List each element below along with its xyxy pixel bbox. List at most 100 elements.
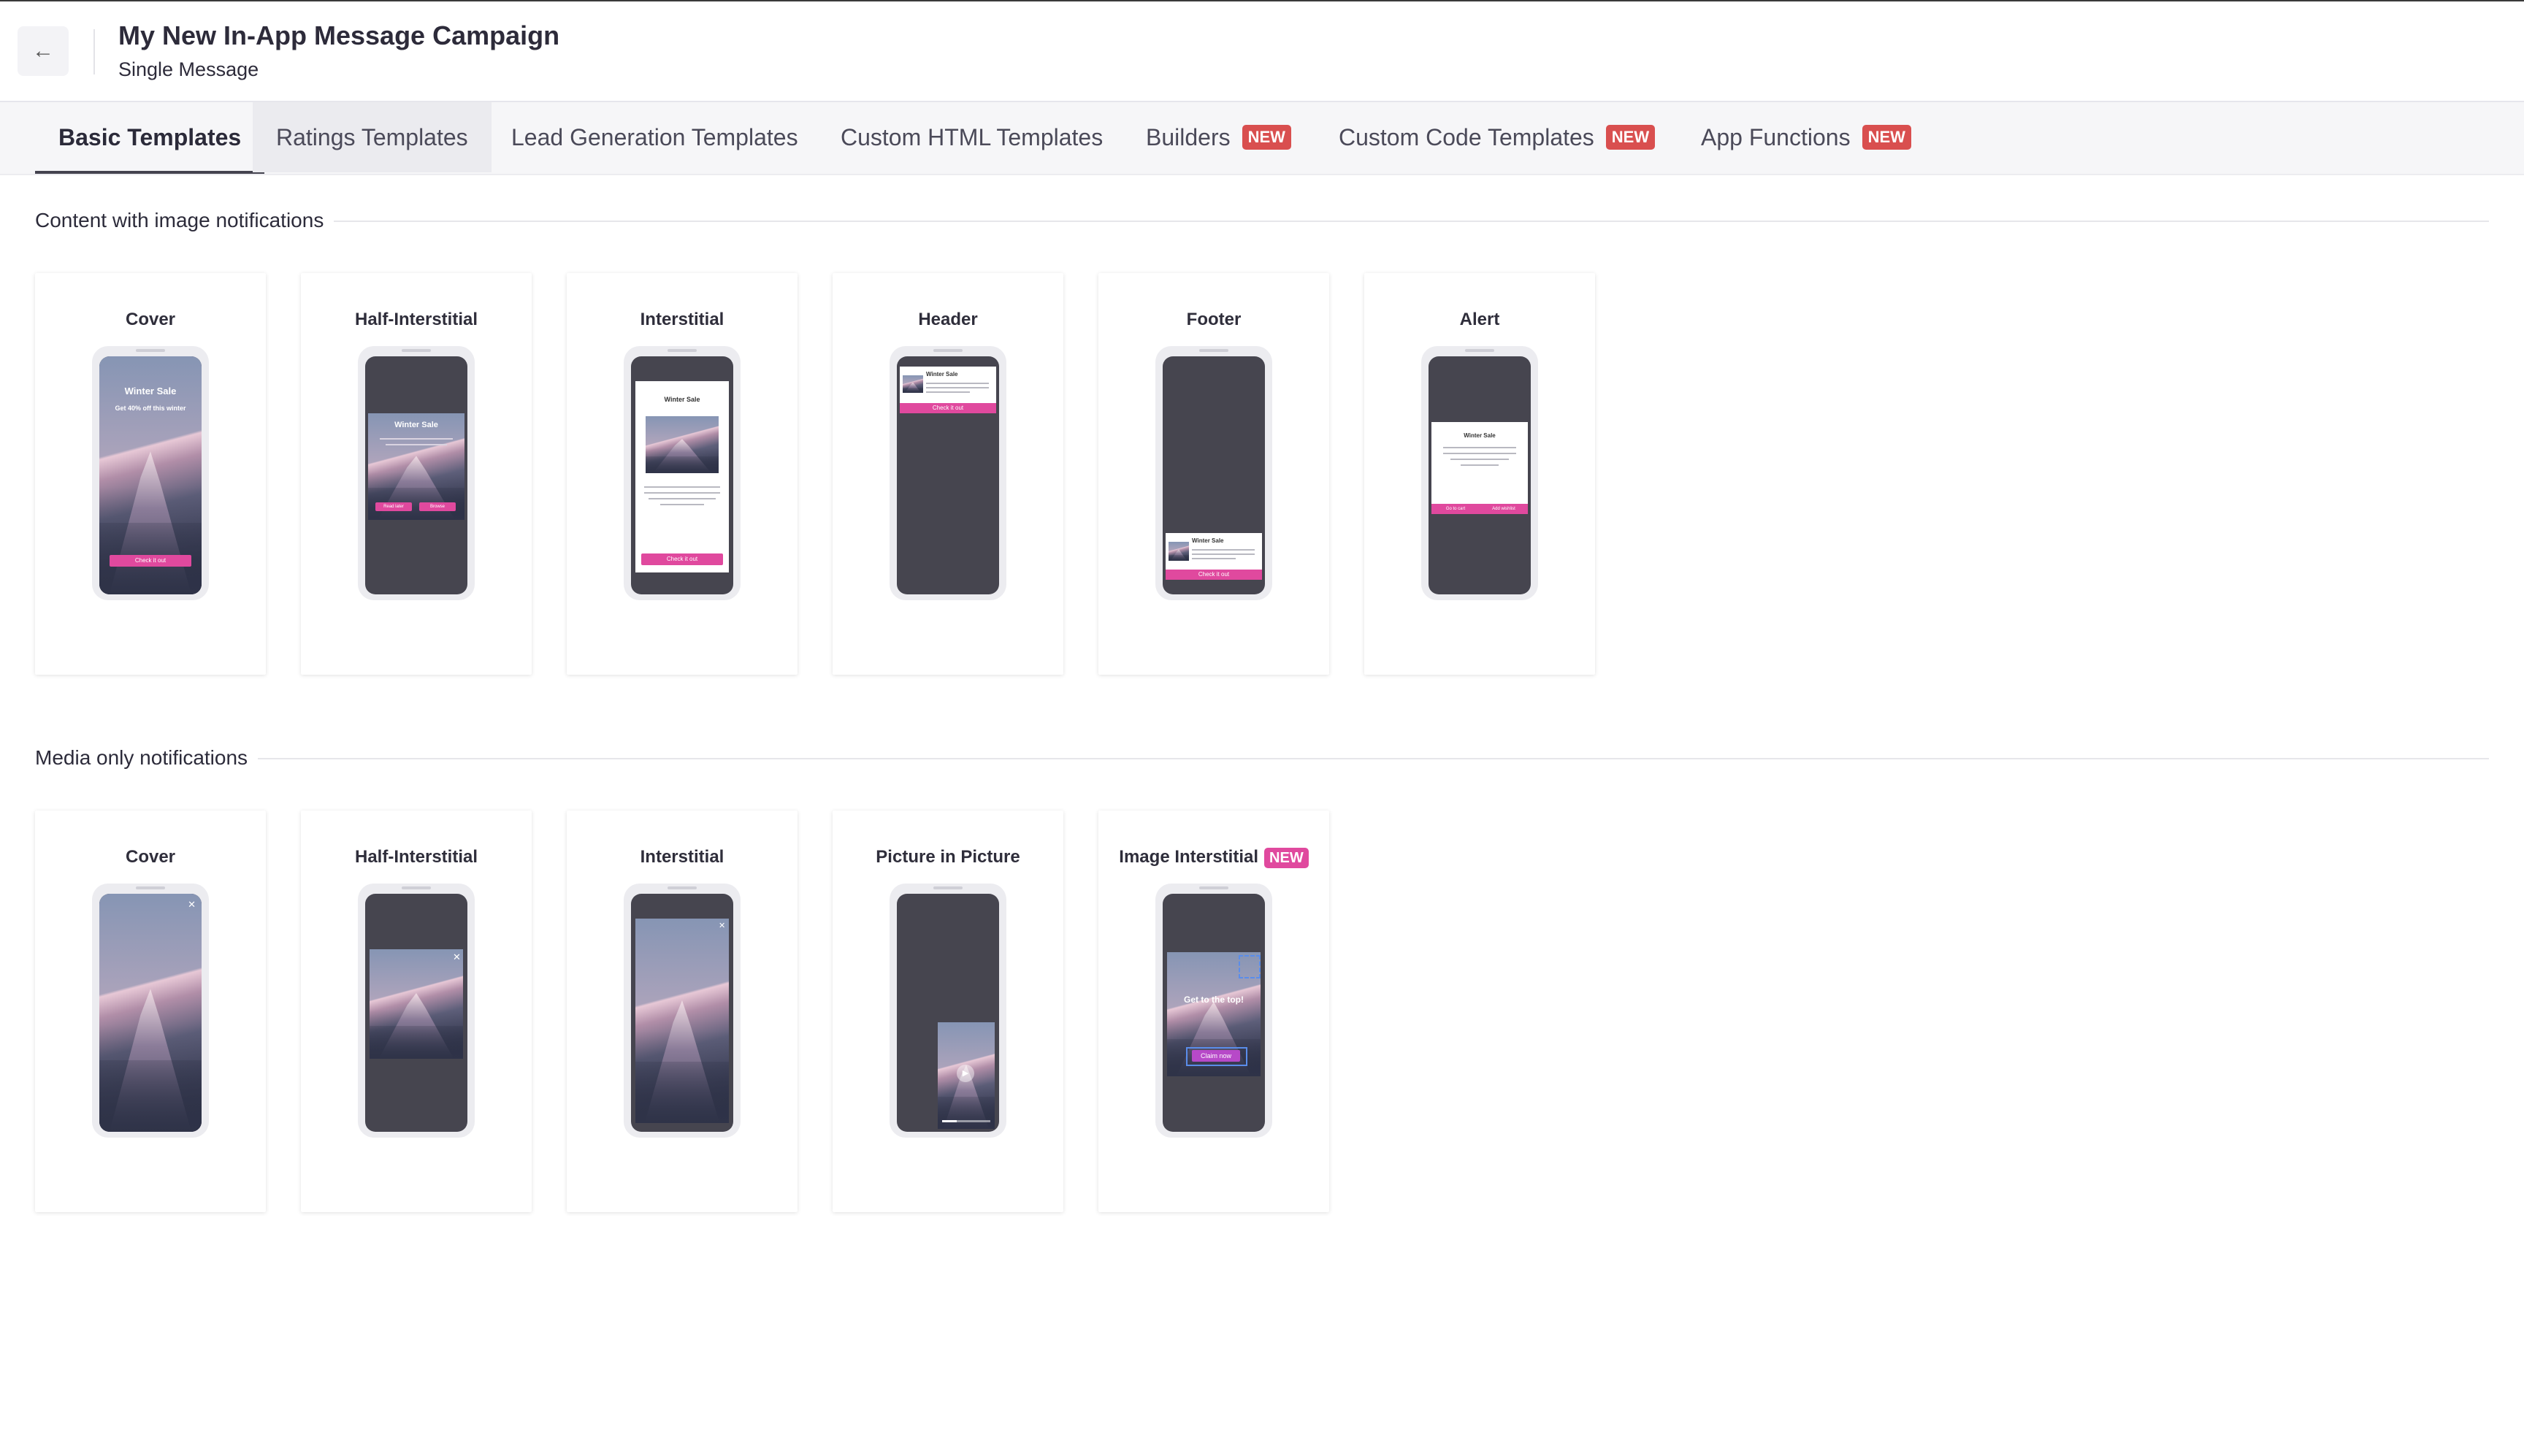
preview-heading: Winter Sale xyxy=(394,421,438,429)
phone-preview: Winter Sale Check it out xyxy=(1155,346,1272,600)
section-title-content-image: Content with image notifications xyxy=(35,209,334,232)
mountain-image xyxy=(370,949,463,1059)
preview-heading: Winter Sale xyxy=(664,396,700,403)
template-card-half-interstitial[interactable]: Half-Interstitial Winter Sale Read later… xyxy=(301,273,532,675)
selection-handle-box xyxy=(1239,955,1261,978)
phone-screen: Winter Sale Read later Browse xyxy=(365,356,467,594)
mountain-image xyxy=(99,894,202,1132)
template-card-picture-in-picture[interactable]: Picture in Picture ▶ xyxy=(833,811,1063,1212)
phone-screen: ▶ xyxy=(897,894,999,1132)
preview-heading: Winter Sale xyxy=(1464,432,1496,439)
message-panel xyxy=(635,381,729,572)
phone-preview: ✕ xyxy=(358,884,475,1138)
phone-screen: Winter Sale Check it out xyxy=(897,356,999,594)
phone-screen: Winter Sale Go to cart Add wishlist xyxy=(1429,356,1531,594)
text-line xyxy=(644,486,720,488)
phone-preview: Winter Sale Check it out xyxy=(624,346,741,600)
card-label-text: Image Interstitial xyxy=(1119,847,1259,867)
preview-cta-button: Check it out xyxy=(110,555,191,567)
tab-label: Custom HTML Templates xyxy=(841,123,1104,150)
play-icon: ▶ xyxy=(957,1065,974,1082)
page-header: ← My New In-App Message Campaign Single … xyxy=(0,1,2524,102)
preview-heading: Winter Sale xyxy=(1192,537,1224,544)
tab-label: Custom Code Templates xyxy=(1339,123,1594,150)
card-label: Interstitial xyxy=(640,310,724,329)
tab-basic-templates[interactable]: Basic Templates xyxy=(35,102,265,174)
template-card-footer[interactable]: Footer Winter Sale Check it out xyxy=(1098,273,1329,675)
phone-preview: Get to the top! Claim now xyxy=(1155,884,1272,1138)
new-badge: NEW xyxy=(1242,125,1291,150)
close-icon: ✕ xyxy=(188,899,196,910)
card-label: Interstitial xyxy=(640,847,724,867)
new-badge: NEW xyxy=(1605,125,1656,150)
new-badge: NEW xyxy=(1862,125,1911,150)
new-badge: NEW xyxy=(1264,848,1309,868)
preview-button: Browse xyxy=(419,502,456,511)
preview-cta-button: Claim now xyxy=(1192,1050,1240,1062)
arrow-left-icon: ← xyxy=(32,39,54,63)
text-line xyxy=(926,391,970,393)
template-card-alert[interactable]: Alert Winter Sale Go to cart Add wishlis… xyxy=(1364,273,1595,675)
section-divider xyxy=(35,221,2489,222)
template-card-image-interstitial[interactable]: Image Interstitial NEW Get to the top! Cl… xyxy=(1098,811,1329,1212)
mountain-image xyxy=(635,919,729,1123)
phone-screen: Winter Sale Get 40% off this winter Chec… xyxy=(99,356,202,594)
text-line xyxy=(1461,464,1499,466)
card-label: Cover xyxy=(125,847,176,867)
template-card-interstitial[interactable]: Interstitial Winter Sale Check it out xyxy=(567,273,798,675)
text-line xyxy=(926,387,989,388)
phone-preview: ✕ xyxy=(624,884,741,1138)
preview-button: Read later xyxy=(375,502,412,511)
text-line xyxy=(1192,549,1255,551)
close-icon: ✕ xyxy=(453,951,461,962)
phone-preview: Winter Sale Go to cart Add wishlist xyxy=(1421,346,1538,600)
card-label: Half-Interstitial xyxy=(354,310,478,329)
tab-label: Ratings Templates xyxy=(276,123,468,150)
close-icon: ✕ xyxy=(719,922,726,930)
preview-button: Go to cart xyxy=(1431,504,1480,514)
preview-cta-button: Check it out xyxy=(1166,570,1262,580)
card-label: Header xyxy=(918,310,978,329)
preview-heading: Get to the top! xyxy=(1184,995,1244,1005)
tab-label: Lead Generation Templates xyxy=(511,123,798,150)
card-label: Footer xyxy=(1186,310,1242,329)
phone-screen: Winter Sale Check it out xyxy=(1163,356,1265,594)
phone-preview: ✕ xyxy=(92,884,209,1138)
page-subtitle: Single Message xyxy=(118,58,259,80)
card-label: Half-Interstitial xyxy=(354,847,478,867)
card-label: Image Interstitial NEW xyxy=(1098,847,1329,868)
phone-preview: Winter Sale Get 40% off this winter Chec… xyxy=(92,346,209,600)
template-card-media-interstitial[interactable]: Interstitial ✕ xyxy=(567,811,798,1212)
template-tabs: Basic Templates Ratings Templates Lead G… xyxy=(0,102,2524,175)
preview-heading: Winter Sale xyxy=(124,386,177,396)
template-card-cover[interactable]: Cover Winter Sale Get 40% off this winte… xyxy=(35,273,266,675)
preview-cta-button: Check it out xyxy=(900,403,996,413)
template-card-media-half-interstitial[interactable]: Half-Interstitial ✕ xyxy=(301,811,532,1212)
tab-custom-code-templates[interactable]: Custom Code Templates NEW xyxy=(1339,102,1656,172)
video-progress xyxy=(942,1120,990,1122)
mountain-thumbnail xyxy=(1169,542,1189,561)
text-line xyxy=(1192,558,1236,559)
phone-screen: ✕ xyxy=(365,894,467,1132)
header-divider xyxy=(93,29,95,74)
phone-preview: Winter Sale Check it out xyxy=(890,346,1006,600)
tab-app-functions[interactable]: App Functions NEW xyxy=(1701,102,1911,172)
phone-screen: ✕ xyxy=(631,894,733,1132)
tab-builders[interactable]: Builders NEW xyxy=(1146,102,1291,172)
tab-lead-generation-templates[interactable]: Lead Generation Templates xyxy=(511,102,798,172)
tab-label: Basic Templates xyxy=(58,123,242,150)
section-title-media-only: Media only notifications xyxy=(35,746,259,770)
text-line xyxy=(660,504,704,505)
tab-custom-html-templates[interactable]: Custom HTML Templates xyxy=(841,102,1103,172)
tab-label: App Functions xyxy=(1701,123,1851,150)
text-line xyxy=(380,438,453,440)
phone-preview: Winter Sale Read later Browse xyxy=(358,346,475,600)
card-label: Picture in Picture xyxy=(876,847,1020,867)
template-card-header[interactable]: Header Winter Sale Check it out xyxy=(833,273,1063,675)
back-button[interactable]: ← xyxy=(18,26,69,76)
preview-button: Add wishlist xyxy=(1480,504,1528,514)
tab-ratings-templates[interactable]: Ratings Templates xyxy=(253,102,492,172)
template-card-media-cover[interactable]: Cover ✕ xyxy=(35,811,266,1212)
preview-subheading: Get 40% off this winter xyxy=(115,405,186,412)
phone-preview: ▶ xyxy=(890,884,1006,1138)
